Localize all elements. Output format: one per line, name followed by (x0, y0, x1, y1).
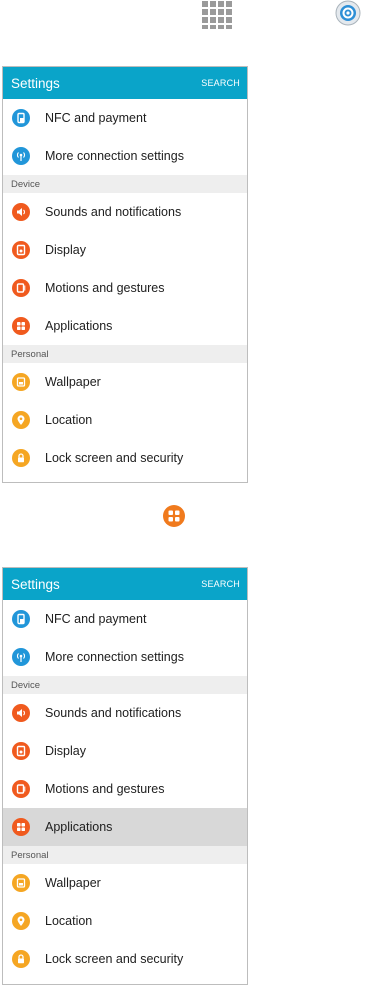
settings-item-label: Lock screen and security (45, 952, 184, 966)
settings-item-more-connection-settings[interactable]: More connection settings (3, 137, 247, 175)
settings-gear-icon[interactable] (333, 0, 363, 30)
settings-item-label: More connection settings (45, 650, 184, 664)
settings-item-display[interactable]: Display (3, 732, 247, 770)
section-header-personal: Personal (3, 345, 247, 363)
settings-item-label: Lock screen and security (45, 451, 184, 465)
settings-item-label: Location (45, 914, 93, 928)
display-icon (12, 241, 30, 259)
display-icon (12, 742, 30, 760)
section-header-device: Device (3, 175, 247, 193)
motion-icon (12, 279, 30, 297)
settings-item-label: NFC and payment (45, 612, 147, 626)
nfc-icon (12, 109, 30, 127)
page-title: Settings (11, 576, 60, 592)
settings-item-label: Applications (45, 319, 113, 333)
lock-icon (12, 950, 30, 968)
volume-icon (12, 203, 30, 221)
settings-item-wallpaper[interactable]: Wallpaper (3, 864, 247, 902)
motion-icon (12, 780, 30, 798)
settings-item-display[interactable]: Display (3, 231, 247, 269)
settings-item-label: Sounds and notifications (45, 706, 182, 720)
applications-icon (163, 505, 185, 527)
settings-item-location[interactable]: Location (3, 401, 247, 439)
settings-item-label: Display (45, 744, 86, 758)
location-pin-icon (12, 912, 30, 930)
apps-grid-icon[interactable] (200, 0, 232, 30)
settings-item-sounds-and-notifications[interactable]: Sounds and notifications (3, 694, 247, 732)
lock-icon (12, 449, 30, 467)
wifi-tower-icon (12, 147, 30, 165)
settings-item-label: Sounds and notifications (45, 205, 182, 219)
wallpaper-icon (12, 373, 30, 391)
settings-item-label: Location (45, 413, 93, 427)
settings-item-more-connection-settings[interactable]: More connection settings (3, 638, 247, 676)
settings-item-motions-and-gestures[interactable]: Motions and gestures (3, 269, 247, 307)
settings-item-label: Motions and gestures (45, 281, 165, 295)
settings-item-lock-screen-and-security[interactable]: Lock screen and security (3, 940, 247, 978)
settings-item-wallpaper[interactable]: Wallpaper (3, 363, 247, 401)
page-title: Settings (11, 75, 60, 91)
search-button[interactable]: SEARCH (201, 579, 240, 589)
settings-item-lock-screen-and-security[interactable]: Lock screen and security (3, 439, 247, 477)
wallpaper-icon (12, 874, 30, 892)
settings-item-label: More connection settings (45, 149, 184, 163)
app-bar: Settings SEARCH (3, 67, 247, 99)
wifi-tower-icon (12, 648, 30, 666)
settings-panel: Settings SEARCH NFC and payment More connec… (2, 66, 248, 483)
settings-item-applications[interactable]: Applications (3, 307, 247, 345)
section-header-device: Device (3, 676, 247, 694)
app-bar: Settings SEARCH (3, 568, 247, 600)
settings-item-label: Wallpaper (45, 375, 101, 389)
nfc-icon (12, 610, 30, 628)
applications-icon (12, 317, 30, 335)
settings-item-nfc-and-payment[interactable]: NFC and payment (3, 600, 247, 638)
settings-item-label: Motions and gestures (45, 782, 165, 796)
applications-icon (12, 818, 30, 836)
settings-item-sounds-and-notifications[interactable]: Sounds and notifications (3, 193, 247, 231)
settings-item-applications[interactable]: Applications (3, 808, 247, 846)
settings-item-location[interactable]: Location (3, 902, 247, 940)
settings-item-label: Applications (45, 820, 113, 834)
settings-item-label: Display (45, 243, 86, 257)
section-header-personal: Personal (3, 846, 247, 864)
settings-item-label: Wallpaper (45, 876, 101, 890)
location-pin-icon (12, 411, 30, 429)
settings-item-nfc-and-payment[interactable]: NFC and payment (3, 99, 247, 137)
search-button[interactable]: SEARCH (201, 78, 240, 88)
settings-item-motions-and-gestures[interactable]: Motions and gestures (3, 770, 247, 808)
settings-panel: Settings SEARCH NFC and payment More connec… (2, 567, 248, 985)
settings-item-label: NFC and payment (45, 111, 147, 125)
volume-icon (12, 704, 30, 722)
